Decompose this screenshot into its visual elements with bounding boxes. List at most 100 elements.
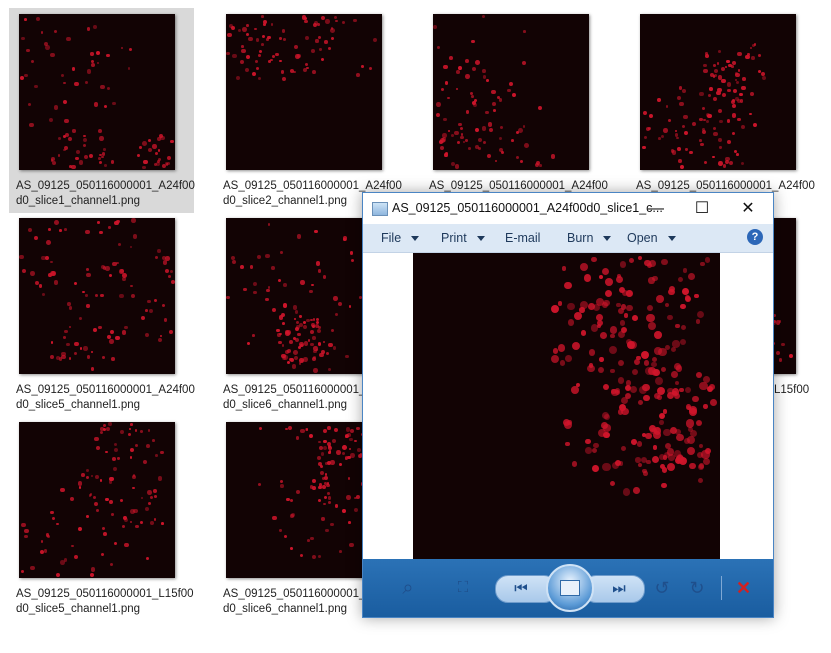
cell-dot — [316, 328, 322, 334]
cell-dot — [716, 90, 721, 96]
cell-dot — [487, 122, 493, 128]
file-name[interactable]: AS_09125_050116000001_A24f00 d0_slice5_ch… — [16, 383, 201, 413]
rotate-ccw-icon[interactable]: ↺ — [650, 575, 674, 601]
cell-dot — [153, 517, 157, 521]
cell-dot — [518, 128, 524, 133]
cell-dot — [735, 73, 740, 78]
cell-dot — [317, 440, 321, 444]
cell-dot — [299, 315, 302, 318]
cell-dot — [40, 31, 44, 34]
cell-dot — [95, 475, 100, 479]
cell-dot — [523, 142, 529, 148]
cell-dot — [288, 340, 293, 345]
cell-dot — [678, 159, 682, 163]
rotate-cw-icon[interactable]: ↻ — [685, 575, 709, 601]
cell-dot — [685, 419, 695, 428]
thumbnail-image[interactable] — [226, 422, 382, 578]
thumbnail-image[interactable] — [19, 218, 175, 374]
file-name[interactable]: AS_09125_050116000001_A24f00 d0_slice1_ch… — [16, 179, 201, 209]
file-name[interactable]: L15f00 — [774, 383, 831, 398]
file-name[interactable]: AS_09125_050116000001_L15f00 d0_slice5_ch… — [16, 587, 201, 617]
cell-dot — [482, 74, 487, 79]
cell-dot — [341, 21, 346, 25]
cell-dot — [749, 46, 753, 50]
thumbnail-image[interactable] — [226, 14, 382, 170]
cell-dot — [344, 457, 348, 460]
cell-dot — [258, 426, 262, 430]
cell-dot — [575, 382, 580, 388]
cell-dot — [107, 334, 112, 339]
cell-dot — [310, 536, 314, 541]
cell-dot — [341, 444, 347, 450]
cell-dot — [309, 289, 313, 294]
menu-print[interactable]: Print — [441, 231, 485, 245]
cell-dot — [633, 487, 640, 494]
cell-dot — [322, 502, 326, 506]
cell-dot — [640, 350, 649, 359]
cell-dot — [617, 330, 626, 339]
cell-dot — [626, 340, 635, 349]
cell-dot — [465, 73, 470, 79]
cell-dot — [349, 437, 353, 441]
cell-dot — [140, 316, 145, 321]
cell-dot — [38, 284, 42, 288]
cell-dot — [280, 70, 284, 74]
cell-dot — [761, 71, 766, 76]
cell-dot — [83, 346, 88, 351]
cell-dot — [610, 333, 615, 339]
image-canvas — [363, 253, 773, 559]
cell-dot — [681, 89, 686, 94]
menu-file[interactable]: File — [381, 231, 420, 245]
cell-dot — [678, 457, 687, 466]
photo-viewer-window[interactable]: AS_09125_050116000001_A24f00d0_slice1_c.… — [362, 192, 774, 618]
fit-window-icon[interactable]: ⛶ — [448, 575, 478, 601]
thumbnail-image[interactable] — [433, 14, 589, 170]
cell-dot — [323, 439, 327, 443]
chevron-down-icon — [411, 236, 420, 242]
maximize-button[interactable]: ☐ — [679, 193, 725, 224]
cell-dot — [81, 473, 85, 477]
cell-dot — [684, 131, 689, 136]
slideshow-button[interactable] — [546, 564, 594, 612]
title-bar[interactable]: AS_09125_050116000001_A24f00d0_slice1_c.… — [363, 193, 773, 224]
cell-dot — [255, 38, 260, 42]
delete-icon[interactable]: ✕ — [736, 579, 751, 597]
minimize-button[interactable]: — — [633, 193, 679, 224]
cell-dot — [279, 315, 284, 320]
thumbnail-image[interactable] — [226, 218, 382, 374]
cell-dot — [143, 159, 149, 165]
zoom-icon[interactable]: ⌕ — [393, 575, 423, 601]
cell-dot — [493, 108, 497, 112]
cell-dot — [539, 163, 542, 167]
cell-dot — [726, 119, 730, 123]
cell-dot — [82, 290, 85, 294]
cell-dot — [63, 148, 66, 151]
cell-dot — [296, 332, 301, 337]
cell-dot — [279, 37, 283, 40]
cell-dot — [567, 318, 575, 326]
menu-bar: File Print E-mail Burn Open ? — [363, 224, 773, 253]
close-button[interactable]: ✕ — [725, 193, 771, 224]
cell-dot — [46, 534, 50, 539]
help-icon[interactable]: ? — [747, 229, 763, 245]
cell-dot — [111, 513, 114, 516]
cell-dot — [591, 447, 597, 453]
cell-dot — [95, 50, 101, 56]
cell-dot — [111, 261, 117, 267]
cell-dot — [511, 138, 515, 142]
thumbnail-image[interactable] — [640, 14, 796, 170]
cell-dot — [68, 305, 73, 310]
cell-dot — [687, 273, 695, 281]
cell-dot — [324, 40, 328, 45]
menu-email[interactable]: E-mail — [505, 231, 540, 245]
thumbnail-image[interactable] — [19, 422, 175, 578]
cell-dot — [341, 452, 345, 456]
menu-burn[interactable]: Burn — [567, 231, 612, 245]
cell-dot — [679, 338, 687, 346]
cell-dot — [140, 520, 144, 524]
cell-dot — [565, 354, 572, 362]
cell-dot — [68, 357, 72, 361]
menu-open[interactable]: Open — [627, 231, 676, 245]
cell-dot — [322, 485, 326, 489]
cell-dot — [643, 360, 649, 366]
